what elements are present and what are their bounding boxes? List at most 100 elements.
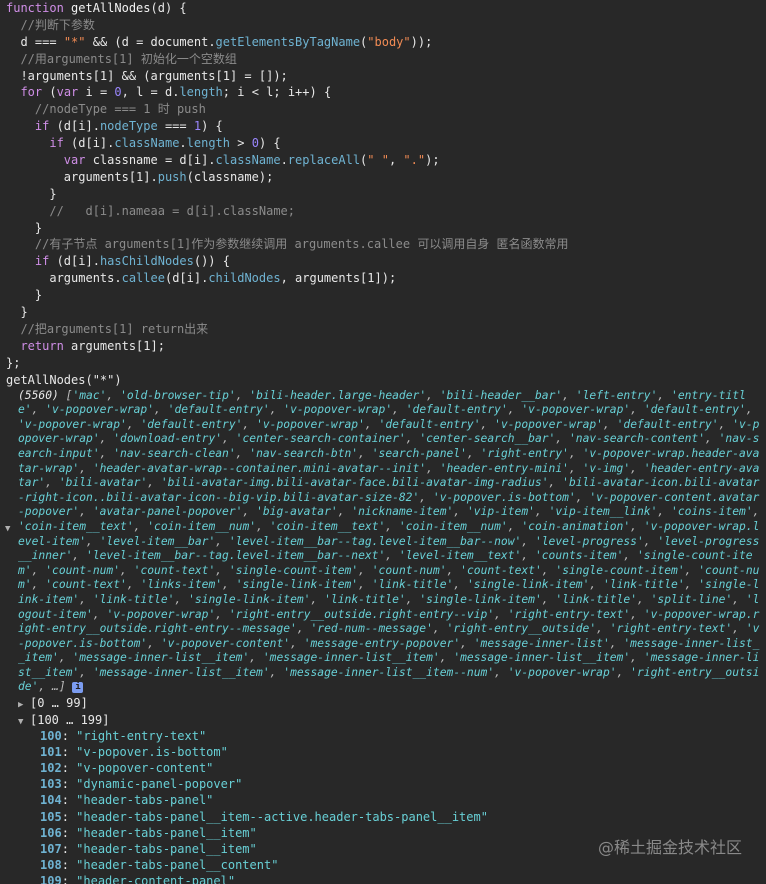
array-item: 'vip-item__link': [548, 505, 658, 519]
code-text: i =: [78, 85, 115, 100]
string: "*": [63, 34, 86, 49]
array-item: 'v-popover-wrap': [283, 403, 393, 417]
array-item: 'v-popover-wrap': [521, 403, 631, 417]
separator: ,: [745, 403, 753, 417]
separator: ,: [99, 432, 114, 446]
array-item: 'mac': [72, 388, 107, 402]
array-item: 'message-inner-list__item--num': [283, 665, 495, 679]
separator: ,: [609, 636, 624, 650]
comment: //有子节点 arguments[1]作为参数继续调用 arguments.ca…: [34, 237, 569, 252]
separator: ,: [732, 592, 746, 606]
array-item: 'right-entry__outside': [446, 622, 597, 636]
separator: ,: [466, 446, 481, 460]
code-line-19: }: [6, 304, 766, 321]
array-result-preview[interactable]: ▼ (5560) ['mac', 'old-browser-tip', 'bil…: [0, 389, 766, 695]
array-items: ['mac', 'old-browser-tip', 'bili-header.…: [18, 389, 759, 694]
separator: ,: [568, 461, 583, 475]
array-item: 'split-line': [650, 592, 733, 606]
entry-index: 108: [40, 857, 62, 872]
expanded-arrow-icon[interactable]: ▼: [5, 522, 10, 537]
code-line-16: if (d[i].hasChildNodes()) {: [6, 253, 766, 270]
separator: ,: [494, 607, 508, 621]
string: ".": [403, 153, 426, 168]
code-text: (: [42, 85, 57, 100]
separator: ,: [630, 519, 644, 533]
separator: ,: [358, 446, 372, 460]
watermark: @稀土掘金技术社区: [597, 838, 742, 857]
array-entry-row: 108: "header-tabs-panel__content": [0, 857, 766, 873]
array-item: 'coin-animation': [521, 519, 631, 533]
array-item: 'message-inner-list__item': [453, 651, 631, 665]
property: length: [179, 85, 223, 100]
array-item: 'right-entry-text': [609, 622, 733, 636]
code-text: (d[i].: [164, 271, 209, 286]
array-item: 'download-entry': [113, 432, 223, 446]
array-item: 'v-popover-wrap': [45, 403, 155, 417]
separator: ,: [364, 417, 379, 431]
array-item: 'bili-avatar-img.bili-avatar-face.bili-a…: [160, 476, 549, 490]
array-item: 'search-panel': [371, 446, 467, 460]
array-item: 'v-popover-wrap': [507, 665, 617, 679]
code-text: , l = d.: [121, 85, 180, 100]
entry-index: 103: [40, 777, 62, 792]
separator: ,: [643, 534, 658, 548]
array-ellipsis: …]: [52, 680, 66, 694]
entry-colon: :: [61, 857, 77, 872]
keyword: var: [63, 153, 86, 168]
string: " ": [367, 153, 389, 168]
code-line-4: //用arguments[1] 初始化一个空数组: [6, 51, 766, 68]
array-item: 'single-link-item': [419, 592, 542, 606]
array-item: 'default-entry': [616, 417, 719, 431]
array-entry-row: 102: "v-popover-content": [0, 760, 766, 776]
code-line-6: for (var i = 0, l = d.length; i < l; i++…: [6, 84, 766, 101]
separator: ,: [215, 563, 229, 577]
array-group-collapsed[interactable]: ▶ [0 … 99]: [0, 695, 766, 712]
array-item: 'level-progress': [534, 534, 644, 548]
array-item: 'center-search-container': [235, 432, 406, 446]
array-group-expanded[interactable]: ▼ [100 … 199]: [0, 712, 766, 729]
separator: ,: [242, 505, 257, 519]
code-line-10: var classname = d[i].className.replaceAl…: [6, 152, 766, 169]
info-icon[interactable]: i: [72, 681, 84, 693]
separator: ,: [290, 636, 304, 650]
separator: ,: [38, 680, 53, 694]
code-line-2: //判断下参数: [6, 17, 766, 34]
property: length: [186, 136, 231, 151]
code-line-3: d === "*" && (d = document.getElementsBy…: [6, 34, 766, 51]
separator: ,: [630, 607, 644, 621]
code-text: >: [230, 136, 252, 151]
array-item: 'message-inner-list__item': [92, 665, 270, 679]
code-line-7: //nodeType === 1 时 push: [6, 101, 766, 118]
array-item: 'single-count-item': [228, 563, 359, 577]
separator: ,: [126, 417, 141, 431]
array-entry-row: 100: "right-entry-text": [0, 728, 766, 744]
code-line-13: // d[i].nameaa = d[i].className;: [6, 203, 766, 220]
array-item: 'count-text': [460, 563, 542, 577]
separator: ,: [392, 403, 406, 417]
code-line-21: return arguments[1];: [6, 338, 766, 355]
code-text: ) {: [258, 136, 281, 151]
code-text: arguments[1];: [63, 338, 165, 353]
method: push: [157, 169, 187, 184]
separator: ,: [222, 432, 236, 446]
entry-value: "v-popover-content": [76, 761, 214, 776]
array-item: 'message-inner-list__item': [72, 651, 250, 665]
array-entries: 100: "right-entry-text" 101: "v-popover.i…: [0, 728, 766, 884]
array-entry-row: 109: "header-content-panel": [0, 873, 766, 884]
array-item: 'link-title': [603, 578, 685, 592]
keyword: return: [20, 338, 64, 353]
entry-index: 102: [40, 761, 62, 776]
entry-value: "dynamic-panel-popover": [76, 777, 243, 792]
entry-colon: :: [61, 873, 77, 884]
separator: ,: [637, 592, 651, 606]
entry-index: 105: [40, 809, 62, 824]
code-text: ));: [410, 34, 433, 49]
entry-value: "header-content-panel": [76, 873, 236, 884]
separator: ,: [426, 461, 440, 475]
entry-colon: :: [61, 841, 77, 856]
array-entry-row: 105: "header-tabs-panel__item--active.he…: [0, 809, 766, 825]
separator: ,: [58, 651, 73, 665]
triangle-down-icon[interactable]: ▼: [18, 714, 30, 731]
separator: ,: [174, 592, 189, 606]
entry-value: "header-tabs-panel__item--active.header-…: [76, 809, 488, 824]
